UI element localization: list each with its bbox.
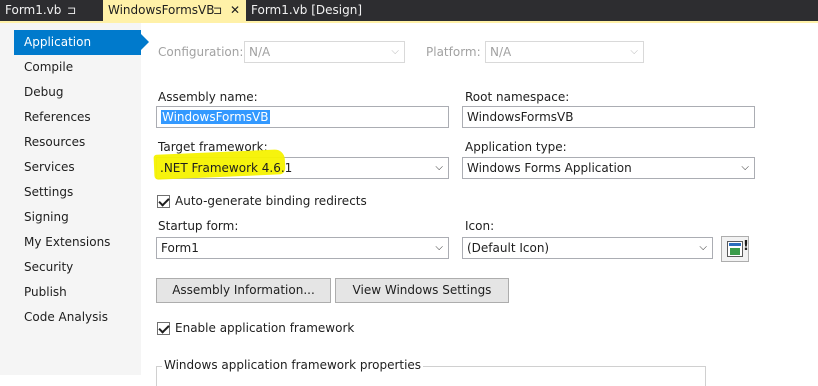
tab-windowsformsvb[interactable]: WindowsFormsVB ⊐ ✕ [103,0,246,23]
configuration-label: Configuration: [158,45,244,59]
sidebar-item-code-analysis[interactable]: Code Analysis [14,305,141,330]
pin-icon[interactable]: ⊐ [67,0,76,21]
platform-dropdown[interactable]: N/A ⌵ [485,41,644,63]
tab-form1-vb[interactable]: Form1.vb ⊐ [0,0,103,21]
platform-label: Platform: [426,45,481,59]
chevron-down-icon: ⌵ [699,242,707,253]
platform-value: N/A [490,45,512,59]
target-framework-value-overlay: .NET Framework 4.6.1 [160,161,293,175]
application-type-value: Windows Forms Application [467,161,632,175]
sidebar-item-my-extensions[interactable]: My Extensions [14,230,141,255]
application-type-dropdown[interactable]: Windows Forms Application ⌵ [462,157,755,179]
tab-form1-design[interactable]: Form1.vb [Design] [246,0,396,21]
chevron-down-icon: ⌵ [741,162,749,173]
sidebar-item-services[interactable]: Services [14,155,141,180]
application-type-label: Application type: [465,140,567,154]
icon-label: Icon: [465,219,495,233]
pin-icon[interactable]: ⊐ [213,0,222,21]
application-icon-preview[interactable]: ! [721,236,749,262]
sidebar-item-resources[interactable]: Resources [14,130,141,155]
tab-label: Form1.vb [Design] [251,3,363,17]
sidebar-item-debug[interactable]: Debug [14,80,141,105]
startup-form-value: Form1 [161,241,199,255]
root-namespace-input[interactable]: WindowsFormsVB [462,106,755,128]
chevron-down-icon: ⌵ [630,46,638,57]
root-namespace-value: WindowsFormsVB [467,110,574,124]
assembly-information-button[interactable]: Assembly Information... [156,278,331,303]
chevron-down-icon: ⌵ [391,46,399,57]
tab-label: Form1.vb [5,3,62,17]
icon-dropdown[interactable]: (Default Icon) ⌵ [462,237,713,259]
application-icon [727,241,743,257]
icon-value: (Default Icon) [467,241,550,255]
enable-framework-label: Enable application framework [175,321,355,335]
sidebar-item-security[interactable]: Security [14,255,141,280]
sidebar-item-compile[interactable]: Compile [14,55,141,80]
assembly-name-input[interactable]: WindowsFormsVB [156,106,449,128]
chevron-down-icon: ⌵ [435,162,443,173]
exclamation-icon: ! [743,239,749,254]
close-icon[interactable]: ✕ [230,0,240,21]
configuration-value: N/A [249,45,271,59]
auto-binding-checkbox[interactable] [157,195,170,208]
document-tab-strip: Form1.vb ⊐ WindowsFormsVB ⊐ ✕ Form1.vb [… [0,0,818,23]
framework-properties-title: Windows application framework properties [162,358,424,372]
sidebar-item-references[interactable]: References [14,105,141,130]
enable-framework-checkbox[interactable] [157,322,170,335]
sidebar-item-publish[interactable]: Publish [14,280,141,305]
view-windows-settings-button[interactable]: View Windows Settings [335,278,509,303]
sidebar-item-settings[interactable]: Settings [14,180,141,205]
sidebar-item-signing[interactable]: Signing [14,205,141,230]
project-properties-sidebar: Application Compile Debug References Res… [0,23,149,375]
assembly-name-label: Assembly name: [158,90,258,104]
root-namespace-label: Root namespace: [465,90,570,104]
startup-form-dropdown[interactable]: Form1 ⌵ [156,237,449,259]
configuration-dropdown[interactable]: N/A ⌵ [244,41,405,63]
chevron-down-icon: ⌵ [435,242,443,253]
assembly-name-value: WindowsFormsVB [161,110,270,124]
tab-label: WindowsFormsVB [108,3,215,17]
auto-binding-label: Auto-generate binding redirects [175,194,367,208]
startup-form-label: Startup form: [158,219,239,233]
sidebar-item-application[interactable]: Application [14,30,149,55]
